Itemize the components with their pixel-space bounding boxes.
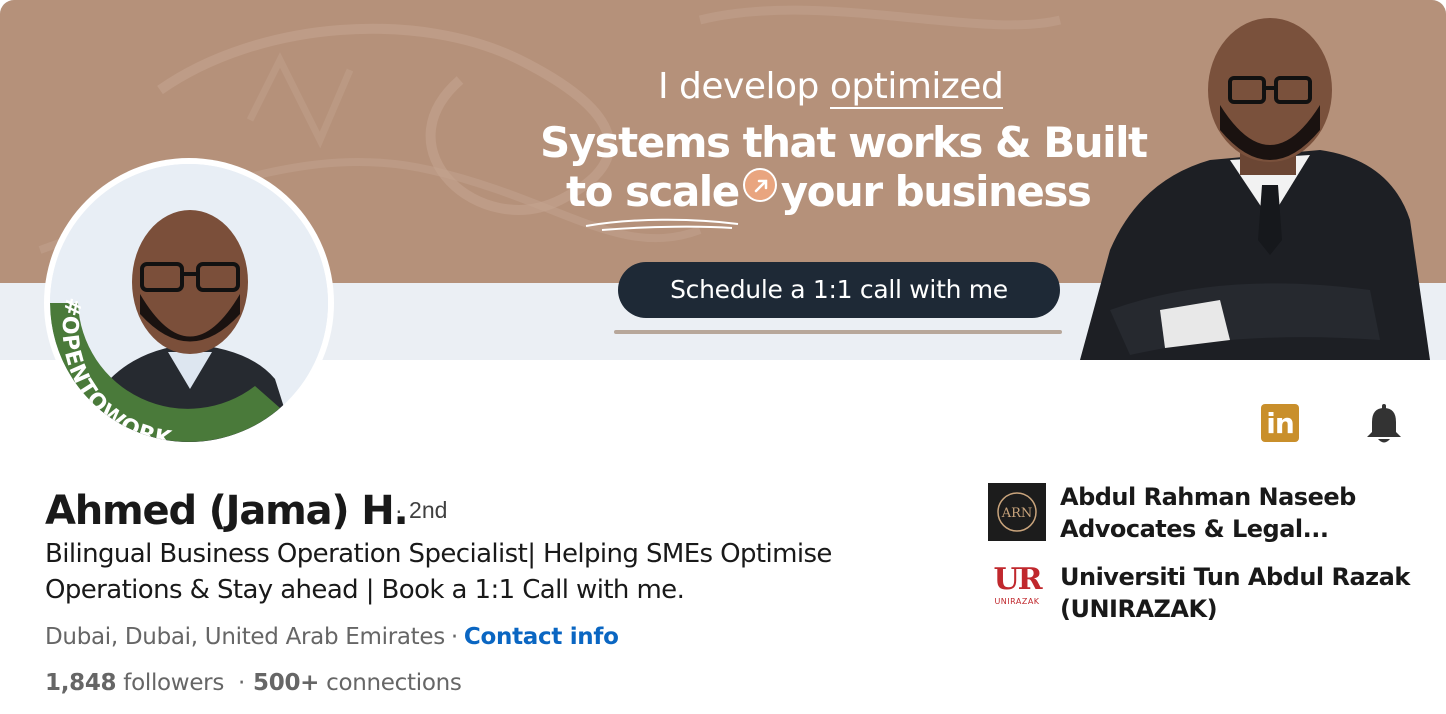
banner-person-photo	[1080, 18, 1430, 360]
bell-icon[interactable]	[1364, 404, 1404, 446]
profile-card: I develop optimized Systems that works &…	[0, 0, 1446, 714]
banner-underline-stroke	[585, 218, 739, 231]
profile-avatar[interactable]: #OPENTOWORK	[44, 158, 334, 448]
separator-dot: ·	[238, 670, 246, 696]
banner-headline-line2: Systems that works & Built	[540, 118, 1148, 167]
banner-headline-line1: I develop optimized	[658, 66, 1004, 109]
contact-info-link[interactable]: Contact info	[464, 624, 619, 650]
connection-degree: · 2nd	[395, 497, 448, 523]
avatar-portrait: #OPENTOWORK	[50, 164, 328, 442]
school-name: Universiti Tun Abdul Razak (UNIRAZAK)	[1060, 563, 1410, 623]
company-name: Abdul Rahman Naseeb Advocates & Legal...	[1060, 483, 1356, 543]
linkedin-icon[interactable]: in	[1261, 404, 1299, 442]
location-row: Dubai, Dubai, United Arab Emirates · Conta…	[45, 624, 619, 650]
current-company-link[interactable]: ARN Abdul Rahman Naseeb Advocates & Lega…	[988, 483, 1428, 543]
network-stats-row: 1,848 followers · 500+ connections	[45, 670, 462, 696]
profile-name: Ahmed (Jama) H.	[45, 488, 409, 534]
followers-link[interactable]: 1,848 followers	[45, 670, 224, 696]
svg-text:ARN: ARN	[1001, 506, 1033, 521]
banner-headline-line3: to scale your business	[566, 167, 1092, 216]
arn-logo-mark: ARN	[997, 492, 1037, 532]
school-logo: UR UNIRAZAK	[988, 563, 1046, 621]
education-link[interactable]: UR UNIRAZAK Universiti Tun Abdul Razak (…	[988, 563, 1428, 623]
cta-underline	[614, 330, 1062, 334]
separator-dot: ·	[450, 624, 458, 650]
profile-location: Dubai, Dubai, United Arab Emirates	[45, 624, 445, 650]
connections-link[interactable]: 500+ connections	[253, 670, 462, 696]
arrow-up-right-icon	[742, 168, 777, 202]
company-logo: ARN	[988, 483, 1046, 541]
schedule-call-button[interactable]: Schedule a 1:1 call with me	[618, 262, 1060, 318]
profile-headline: Bilingual Business Operation Specialist|…	[45, 539, 832, 605]
avatar-photo: #OPENTOWORK	[50, 164, 328, 442]
